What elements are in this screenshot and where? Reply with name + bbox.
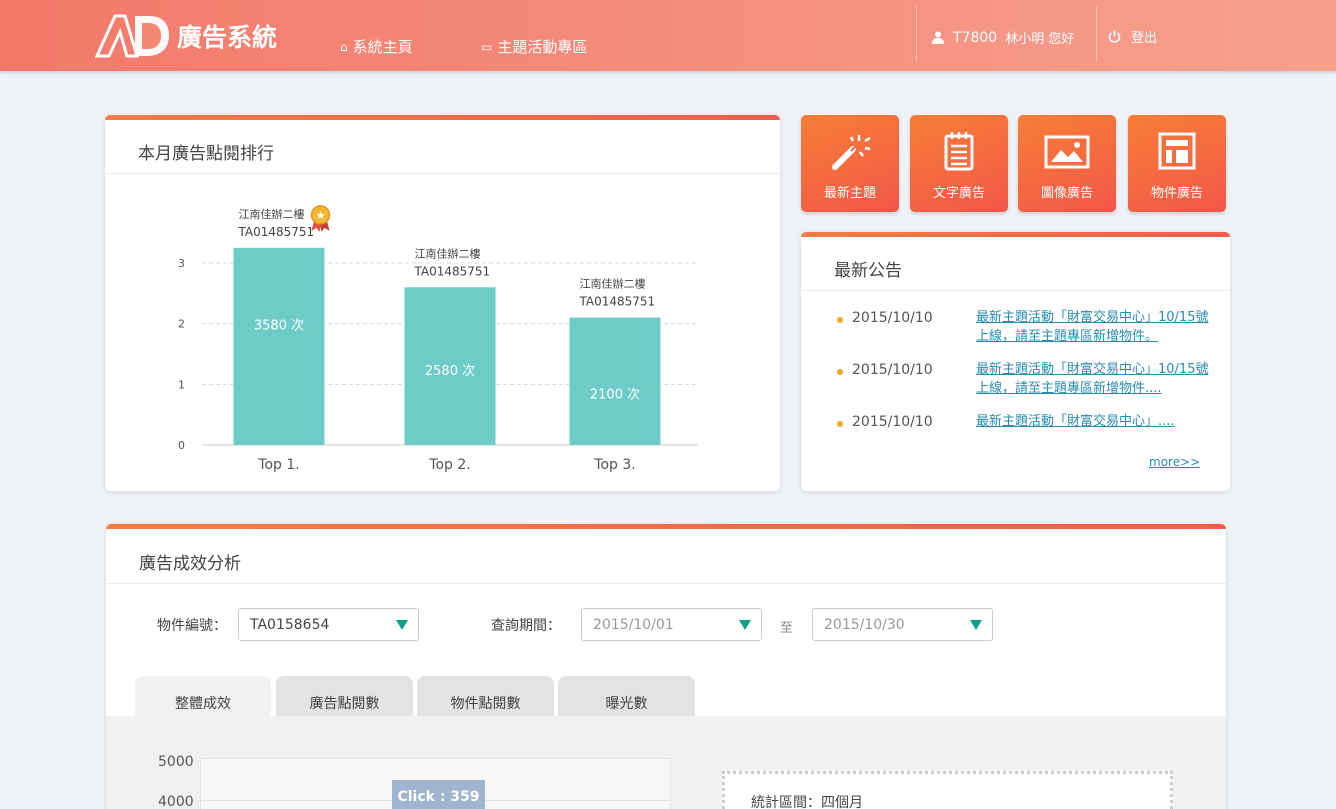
tab-exposure[interactable]: 曝光數: [558, 676, 695, 717]
nav-theme-zone[interactable]: ▭ 主題活動專區: [481, 36, 587, 57]
date-from-value: 2015/10/01: [593, 617, 674, 633]
nav-theme-label: 主題活動專區: [497, 38, 588, 56]
bar-id-label: TA01485751: [238, 225, 315, 239]
chart-bar: [233, 247, 325, 445]
stat-interval-label: 統計區間：四個月: [751, 795, 863, 809]
power-icon: [1108, 30, 1121, 43]
bar-value-label: 2100 次: [590, 387, 640, 403]
bar-name-label: 江南佳辦二樓: [239, 207, 305, 221]
date-to-select[interactable]: 2015/10/30: [812, 608, 993, 641]
quick-button-label: 圖像廣告: [1040, 186, 1093, 201]
announcements-title: 最新公告: [834, 261, 902, 281]
ranking-bar-chart: 32103580 次江南佳辦二樓TA01485751Top 1.★2580 次江…: [178, 205, 698, 473]
bullet-icon: [837, 317, 843, 323]
announcements-card: 最新公告 2015/10/10 最新主題活動「財富交易中心」10/15號上線，請…: [801, 232, 1230, 491]
logo-text: 廣告系統: [177, 23, 278, 52]
announcement-link[interactable]: 最新主題活動「財富交易中心」10/15號上線，請至主題專區新增物件。: [976, 308, 1216, 346]
nav-home[interactable]: ⌂ 系統主頁: [340, 36, 413, 57]
card-divider: [801, 290, 1230, 291]
stats-summary-box: 統計區間：四個月: [722, 771, 1173, 809]
bullet-icon: [837, 421, 843, 427]
item-number-select[interactable]: TA0158654: [238, 608, 419, 641]
tab-ad-clicks[interactable]: 廣告點閱數: [276, 676, 413, 717]
ad-logo-icon: [95, 14, 169, 58]
query-period-label: 查詢期間：: [491, 618, 561, 634]
quick-button-label: 最新主題: [823, 186, 876, 201]
analysis-title: 廣告成效分析: [139, 554, 241, 574]
date-to-value: 2015/10/30: [824, 617, 905, 633]
date-from-select[interactable]: 2015/10/01: [581, 608, 762, 641]
dropdown-arrow-icon: [396, 620, 408, 630]
user-id: T7800: [953, 29, 998, 46]
item-number-value: TA0158654: [250, 617, 330, 633]
user-greeting: 林小明 您好: [1005, 32, 1075, 47]
quick-button-new-theme[interactable]: 最新主題: [801, 115, 899, 212]
quick-button-text-ad[interactable]: 文字廣告: [910, 115, 1008, 212]
y-axis-tick-label: 1: [178, 378, 185, 391]
announcement-date: 2015/10/10: [852, 310, 933, 326]
quick-button-label: 物件廣告: [1150, 186, 1203, 201]
quick-button-label: 文字廣告: [932, 186, 985, 201]
category-label: Top 3.: [593, 457, 635, 473]
user-info[interactable]: T7800 林小明 您好: [932, 28, 1074, 47]
top-header: 廣告系統 ⌂ 系統主頁 ▭ 主題活動專區 T7800 林小明 您好 登出: [0, 0, 1336, 71]
category-label: Top 1.: [257, 457, 299, 473]
category-label: Top 2.: [428, 457, 470, 473]
bar-name-label: 江南佳辦二樓: [415, 246, 481, 260]
app-logo[interactable]: 廣告系統: [95, 12, 277, 60]
announcement-date: 2015/10/10: [852, 414, 933, 430]
logout-button[interactable]: 登出: [1108, 27, 1157, 46]
bullet-icon: [837, 369, 843, 375]
tab-property-clicks[interactable]: 物件點閱數: [417, 676, 554, 717]
image-icon: [1044, 135, 1090, 169]
y-axis-tick: 4000: [158, 794, 194, 809]
magic-wand-icon: [832, 135, 871, 170]
dropdown-arrow-icon: [739, 620, 751, 630]
header-divider: [916, 6, 917, 62]
to-label: 至: [780, 621, 794, 636]
nav-home-label: 系統主頁: [352, 38, 413, 56]
tab-overall[interactable]: 整體成效: [135, 676, 271, 717]
header-divider: [1096, 6, 1097, 62]
bar-name-label: 江南佳辦二樓: [580, 277, 646, 291]
notepad-icon: [944, 132, 974, 171]
y-axis-tick-label: 0: [178, 439, 185, 452]
bar-value-label: 3580 次: [254, 318, 304, 334]
user-icon: [932, 31, 944, 44]
dropdown-arrow-icon: [970, 620, 982, 630]
medal-star: ★: [316, 209, 326, 222]
card-accent-bar: [106, 524, 1226, 529]
announcement-link[interactable]: 最新主題活動「財富交易中心」10/15號上線，請至主題專區新增物件....: [976, 360, 1216, 398]
bar-value-label: 2580 次: [425, 363, 475, 379]
announcement-date: 2015/10/10: [852, 362, 933, 378]
item-number-label: 物件編號：: [157, 618, 227, 634]
ranking-card: 本月廣告點閱排行 3 2 1 0 3580 次江南佳辦二樓 TA01485751 Top 1…: [105, 115, 780, 491]
announcement-link[interactable]: 最新主題活動「財富交易中心」....: [976, 412, 1216, 431]
layout-icon: [1158, 132, 1196, 170]
y-axis-tick-label: 3: [178, 257, 185, 270]
click-tooltip: Click : 359: [392, 780, 485, 809]
chart-bar: [569, 317, 661, 445]
y-axis-tick: 5000: [158, 754, 194, 770]
y-axis-tick-label: 2: [178, 318, 185, 331]
home-icon: ⌂: [340, 39, 348, 54]
window-icon: ▭: [481, 39, 493, 54]
quick-button-image-ad[interactable]: 圖像廣告: [1018, 115, 1116, 212]
logout-label: 登出: [1131, 31, 1158, 46]
bar-id-label: TA01485751: [579, 295, 656, 309]
card-accent-bar: [801, 232, 1230, 237]
quick-button-property-ad[interactable]: 物件廣告: [1128, 115, 1226, 212]
more-link[interactable]: more>>: [1149, 455, 1200, 469]
bar-id-label: TA01485751: [414, 264, 491, 278]
card-divider: [106, 583, 1226, 584]
